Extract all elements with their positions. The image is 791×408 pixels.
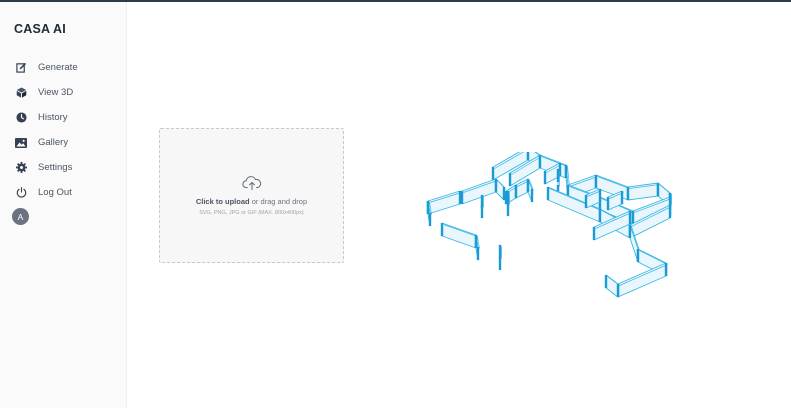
sidebar-item-label: View 3D bbox=[38, 87, 74, 98]
floorplan-wall-end bbox=[458, 191, 462, 204]
upload-file-hint: SVG, PNG, JPG or GIF (MAX. 800x400px) bbox=[199, 210, 304, 216]
sidebar-item-label: Settings bbox=[38, 162, 73, 173]
floorplan-wall-end bbox=[491, 167, 495, 180]
clock-icon bbox=[15, 112, 27, 124]
floorplan-walls bbox=[426, 152, 672, 298]
floorplan-wall-end bbox=[480, 205, 484, 218]
floorplan-wall-end bbox=[604, 275, 608, 288]
floorplan-wall-end bbox=[428, 213, 432, 226]
floorplan-wall-end bbox=[546, 187, 550, 200]
floorplan-wall-end bbox=[616, 284, 620, 297]
sidebar-item-history[interactable]: History bbox=[0, 105, 127, 130]
floorplan-wall-end bbox=[606, 197, 610, 210]
floorplan-wall-end bbox=[498, 257, 502, 270]
floorplan-wall-end bbox=[628, 225, 632, 238]
sidebar-item-gallery[interactable]: Gallery bbox=[0, 130, 127, 155]
floorplan-wall-end bbox=[620, 191, 624, 204]
floorplan-wall-end bbox=[628, 211, 632, 224]
sidebar-item-label: History bbox=[38, 112, 68, 123]
floorplan-wall-end bbox=[440, 223, 444, 236]
floorplan-wall-end bbox=[426, 201, 430, 214]
cube-icon bbox=[15, 87, 27, 99]
floorplan-wall-end bbox=[543, 171, 547, 184]
floorplan-wall bbox=[605, 274, 619, 298]
floorplan-wall-end bbox=[664, 263, 668, 276]
click-to-upload-link[interactable]: Click to upload bbox=[196, 197, 250, 206]
image-icon bbox=[15, 137, 27, 149]
brand-title: CASA AI bbox=[14, 22, 66, 36]
cloud-upload-icon bbox=[241, 176, 261, 191]
floorplan-wall-end bbox=[494, 179, 498, 192]
floorplan-wall bbox=[441, 222, 477, 249]
floorplan-wall-end bbox=[530, 189, 534, 202]
floorplan-wall-end bbox=[626, 187, 630, 200]
sidebar-item-settings[interactable]: Settings bbox=[0, 155, 127, 180]
sidebar-item-generate[interactable]: Generate bbox=[0, 55, 127, 80]
upload-dropzone[interactable]: Click to upload or drag and drop SVG, PN… bbox=[159, 128, 344, 263]
floorplan-wall-end bbox=[526, 179, 530, 192]
avatar[interactable]: A bbox=[12, 208, 29, 225]
sidebar-item-label: Generate bbox=[38, 62, 78, 73]
floorplan-wall-end bbox=[584, 195, 588, 208]
sidebar-item-label: Log Out bbox=[38, 187, 72, 198]
sidebar-item-log-out[interactable]: Log Out bbox=[0, 180, 127, 205]
main-content: Click to upload or drag and drop SVG, PN… bbox=[128, 2, 791, 408]
floorplan-wall-end bbox=[476, 247, 480, 260]
floorplan-wall-end bbox=[594, 175, 598, 188]
floorplan-wall-end bbox=[508, 173, 512, 186]
floorplan-wall-end bbox=[506, 203, 510, 216]
floorplan-wall-end bbox=[538, 155, 542, 168]
floorplan-wall-end bbox=[598, 209, 602, 222]
power-icon bbox=[15, 187, 27, 199]
floorplan-wall-end bbox=[564, 165, 568, 178]
floorplan-3d-preview bbox=[426, 152, 672, 298]
edit-icon bbox=[15, 62, 27, 74]
sidebar-item-view-3d[interactable]: View 3D bbox=[0, 80, 127, 105]
floorplan-wall-end bbox=[592, 227, 596, 240]
floorplan-wall-end bbox=[631, 211, 635, 224]
floorplan-wall-end bbox=[514, 185, 518, 198]
gear-icon bbox=[15, 162, 27, 174]
floorplan-wall-end bbox=[526, 152, 530, 160]
floorplan-wall-end bbox=[474, 235, 478, 248]
floorplan-wall-end bbox=[656, 183, 660, 196]
floorplan-wall-end bbox=[506, 191, 510, 204]
upload-instructions: Click to upload or drag and drop bbox=[196, 197, 307, 206]
floorplan-wall-end bbox=[498, 245, 502, 258]
floorplan-wall bbox=[495, 178, 505, 201]
drag-drop-text: or drag and drop bbox=[249, 197, 308, 206]
sidebar: CASA AI Generate View 3D History Gallery… bbox=[0, 2, 127, 408]
floorplan-wall-end bbox=[598, 189, 602, 202]
floorplan-wall-end bbox=[556, 169, 560, 182]
floorplan-wall-end bbox=[668, 205, 672, 218]
sidebar-item-label: Gallery bbox=[38, 137, 69, 148]
sidebar-nav: Generate View 3D History Gallery Setting… bbox=[0, 55, 127, 205]
floorplan-wall-end bbox=[636, 249, 640, 262]
